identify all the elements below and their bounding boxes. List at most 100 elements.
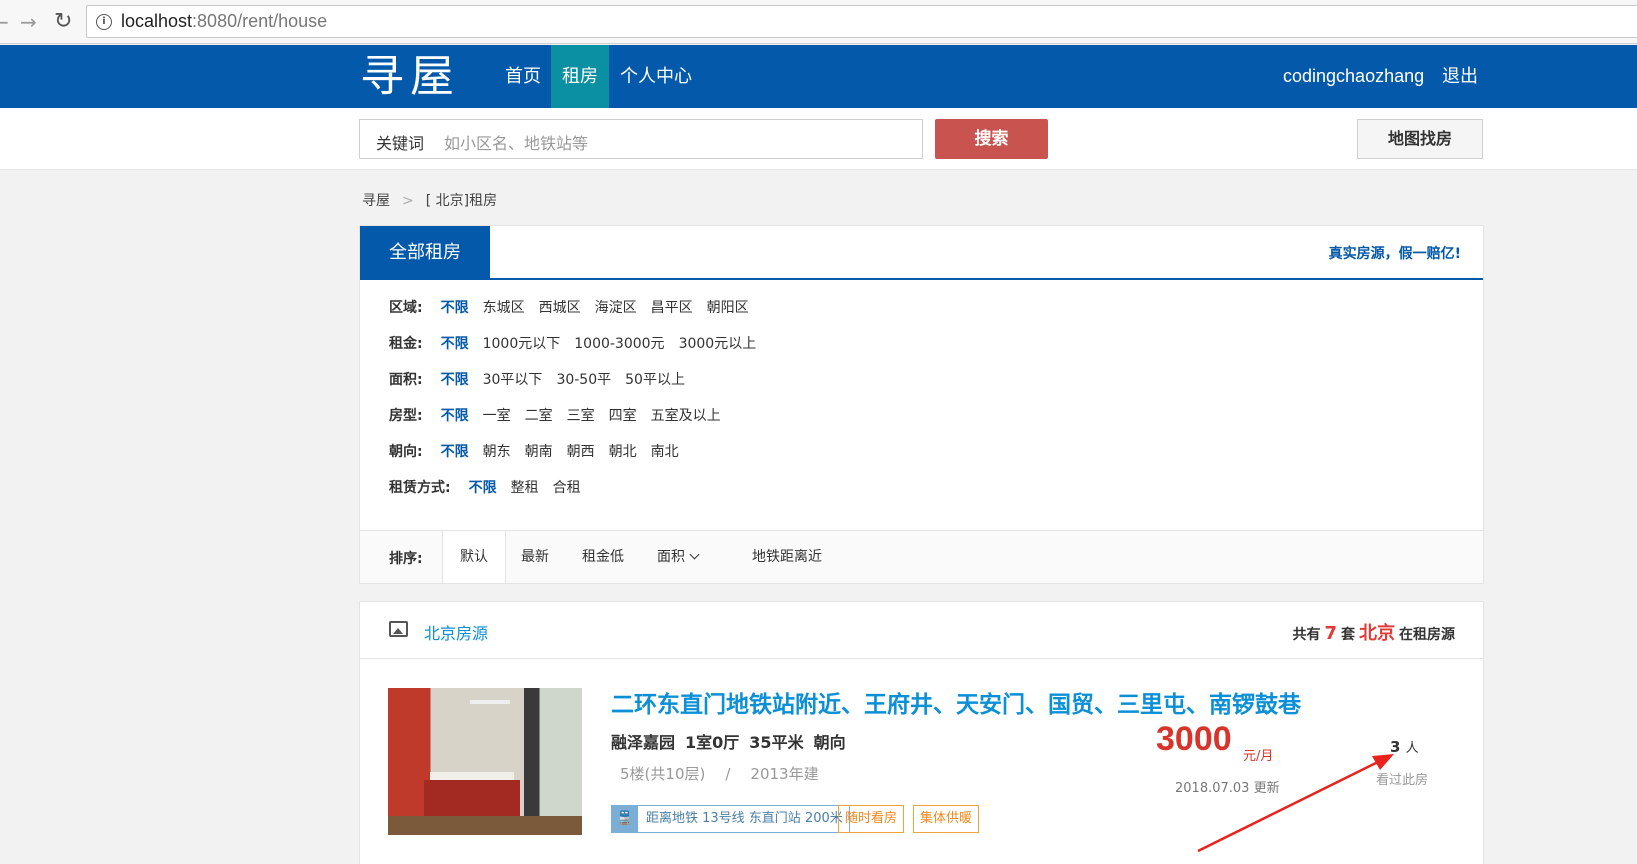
tab-all-rent[interactable]: 全部租房	[360, 226, 490, 280]
back-icon[interactable]: ←	[0, 8, 9, 36]
filter-option[interactable]: 南北	[651, 441, 679, 461]
tag-viewing: 随时看房	[838, 805, 905, 833]
nav-rent[interactable]: 租房	[551, 45, 609, 108]
house-floor-info: 5楼(共10层)/2013年建	[620, 765, 819, 783]
username-link[interactable]: codingchaozhang	[1283, 45, 1424, 108]
filter-option[interactable]: 海淀区	[595, 297, 637, 317]
reload-icon[interactable]: ↻	[54, 8, 72, 36]
slogan: 真实房源，假一赔亿!	[1328, 246, 1461, 262]
sort-area[interactable]: 面积	[657, 531, 700, 583]
search-button[interactable]: 搜索	[935, 119, 1048, 159]
logout-link[interactable]: 退出	[1442, 45, 1478, 108]
house-thumbnail[interactable]	[388, 688, 582, 835]
filter-option[interactable]: 30平以下	[483, 369, 543, 389]
house-area: 35平米	[749, 733, 804, 752]
search-input[interactable]: 关键词 如小区名、地铁站等	[359, 119, 923, 159]
sort-subway-distance[interactable]: 地铁距离近	[752, 531, 822, 583]
filter-tab-row: 全部租房 真实房源，假一赔亿!	[360, 226, 1483, 280]
house-layout: 1室0厅	[685, 733, 740, 752]
sort-price-low[interactable]: 租金低	[582, 531, 624, 583]
chevron-right-icon: >	[402, 193, 414, 209]
filter-option[interactable]: 不限	[469, 477, 497, 497]
filter-option[interactable]: 不限	[441, 405, 469, 425]
filter-option[interactable]: 不限	[441, 333, 469, 353]
filter-option[interactable]: 四室	[609, 405, 637, 425]
filter-label: 面积:	[389, 372, 423, 388]
site-header: 寻屋 首页 租房 个人中心 codingchaozhang 退出	[0, 45, 1637, 108]
house-title[interactable]: 二环东直门地铁站附近、王府井、天安门、国贸、三里屯、南锣鼓巷	[611, 685, 1301, 719]
listing-panel: 北京房源 共有 7 套北京 在租房源 二环东直门地铁站附近、王府井、天安门、国贸、三里…	[359, 601, 1484, 864]
subway-tag: 🚆 距离地铁 13号线 东直门站 200米	[611, 805, 850, 833]
filter-option[interactable]: 1000元以下	[483, 333, 561, 353]
image-icon	[389, 621, 408, 637]
info-icon[interactable]: i	[96, 14, 112, 30]
forward-icon[interactable]: →	[20, 8, 37, 36]
breadcrumb: 寻屋 > [ 北京]租房	[362, 190, 497, 210]
filter-label: 租金:	[389, 336, 423, 352]
filter-option[interactable]: 朝北	[609, 441, 637, 461]
filter-option[interactable]: 朝阳区	[707, 297, 749, 317]
filter-panel: 全部租房 真实房源，假一赔亿! 区域: 不限 东城区 西城区 海淀区 昌平区 朝阳区 租金: 不…	[359, 225, 1484, 584]
filter-row: 面积: 不限 30平以下 30-50平 50平以上	[389, 369, 699, 391]
breadcrumb-home[interactable]: 寻屋	[362, 193, 390, 209]
filter-option[interactable]: 一室	[483, 405, 511, 425]
sort-newest[interactable]: 最新	[521, 531, 549, 583]
filter-option[interactable]: 五室及以上	[651, 405, 721, 425]
filter-option[interactable]: 1000-3000元	[574, 333, 664, 353]
filter-option[interactable]: 合租	[553, 477, 581, 497]
filter-label: 房型:	[389, 408, 423, 424]
filter-option[interactable]: 昌平区	[651, 297, 693, 317]
search-placeholder: 如小区名、地铁站等	[444, 134, 589, 153]
filter-option[interactable]: 东城区	[483, 297, 525, 317]
filter-option[interactable]: 不限	[441, 369, 469, 389]
filter-option[interactable]: 不限	[441, 297, 469, 317]
filter-label: 区域:	[389, 300, 423, 316]
house-community: 融泽嘉园	[611, 733, 676, 752]
house-price: 3000	[1156, 720, 1232, 758]
browser-toolbar: ← → ↻ i localhost:8080/rent/house	[0, 0, 1637, 44]
filter-option[interactable]: 三室	[567, 405, 595, 425]
filter-option[interactable]: 50平以上	[625, 369, 685, 389]
nav-profile[interactable]: 个人中心	[609, 45, 703, 108]
house-direction: 朝向	[813, 733, 846, 752]
filter-option[interactable]: 整租	[511, 477, 539, 497]
nav-home[interactable]: 首页	[494, 45, 552, 108]
url-text: localhost:8080/rent/house	[121, 11, 328, 31]
site-logo[interactable]: 寻屋	[360, 45, 460, 108]
sort-label: 排序:	[389, 551, 423, 567]
listing-section-title[interactable]: 北京房源	[424, 620, 488, 644]
search-bar: 关键词 如小区名、地铁站等 搜索 地图找房	[0, 108, 1637, 170]
address-bar[interactable]: i localhost:8080/rent/house	[86, 5, 1637, 38]
filter-label: 租赁方式:	[389, 480, 451, 496]
filter-row: 租金: 不限 1000元以下 1000-3000元 3000元以上	[389, 333, 770, 355]
viewer-count: 3 人	[1390, 738, 1419, 756]
listing-count: 共有 7 套北京 在租房源	[1292, 623, 1455, 644]
filter-option[interactable]: 西城区	[539, 297, 581, 317]
filter-option[interactable]: 不限	[441, 441, 469, 461]
update-date: 2018.07.03 更新	[1175, 781, 1280, 796]
filter-option[interactable]: 朝南	[525, 441, 553, 461]
sort-default[interactable]: 默认	[442, 531, 506, 583]
filter-row: 区域: 不限 东城区 西城区 海淀区 昌平区 朝阳区	[389, 297, 763, 319]
filter-row: 朝向: 不限 朝东 朝南 朝西 朝北 南北	[389, 441, 693, 463]
breadcrumb-current: [ 北京]租房	[425, 193, 498, 209]
filter-option[interactable]: 二室	[525, 405, 553, 425]
filter-label: 朝向:	[389, 444, 423, 460]
sort-bar: 排序: 默认 最新 租金低 面积 地铁距离近	[360, 530, 1483, 583]
filter-option[interactable]: 朝西	[567, 441, 595, 461]
chevron-down-icon	[689, 549, 700, 560]
house-floor: 5楼(共10层)	[620, 765, 706, 783]
listing-header: 北京房源 共有 7 套北京 在租房源	[360, 602, 1483, 659]
filter-row: 租赁方式: 不限 整租 合租	[389, 477, 595, 499]
filter-option[interactable]: 朝东	[483, 441, 511, 461]
search-label: 关键词	[376, 134, 425, 153]
house-built: 2013年建	[750, 765, 819, 783]
filter-row: 房型: 不限 一室 二室 三室 四室 五室及以上	[389, 405, 735, 427]
viewer-label: 看过此房	[1376, 773, 1429, 788]
train-icon: 🚆	[612, 806, 638, 832]
filter-option[interactable]: 3000元以上	[679, 333, 757, 353]
filter-option[interactable]: 30-50平	[556, 369, 611, 389]
tag-heating: 集体供暖	[913, 805, 980, 833]
map-search-button[interactable]: 地图找房	[1357, 119, 1483, 159]
price-unit: 元/月	[1243, 749, 1274, 764]
